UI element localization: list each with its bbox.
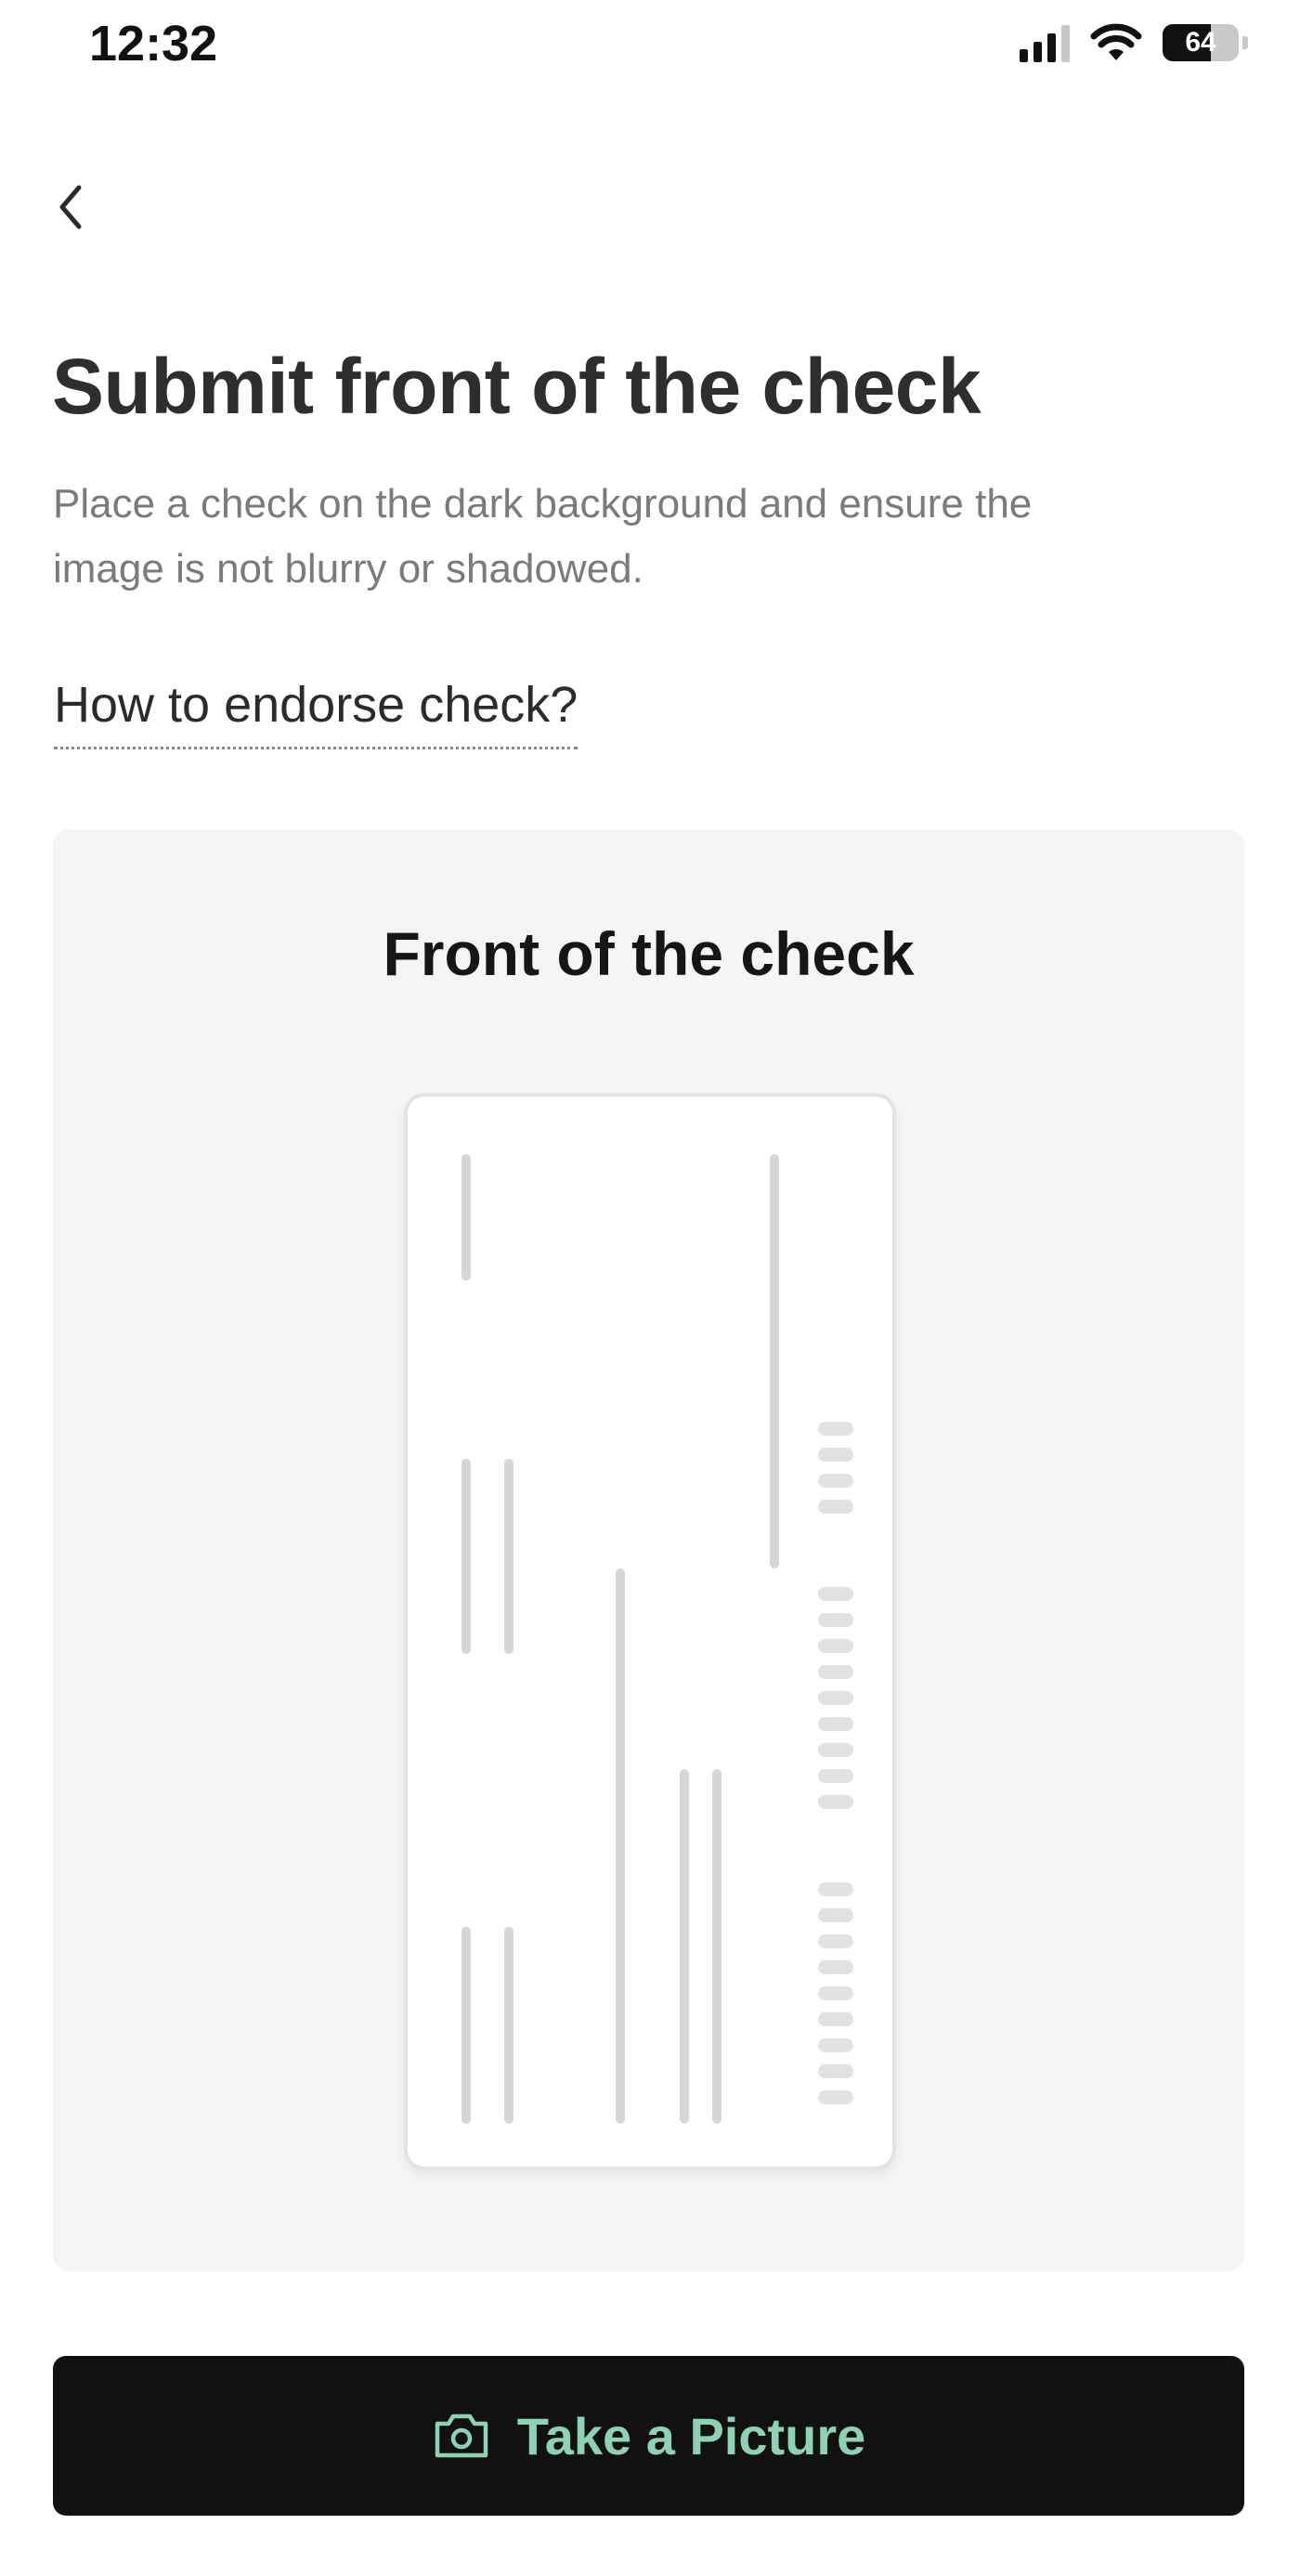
- subtitle-line-2: image is not blurry or shadowed.: [53, 546, 644, 592]
- signal-icon: [1020, 23, 1070, 62]
- wifi-icon: [1090, 23, 1142, 60]
- check-dash: [818, 1769, 853, 1783]
- check-dash: [818, 1422, 853, 1436]
- check-dash: [818, 2064, 853, 2078]
- chevron-left-icon: [59, 185, 82, 229]
- check-dash: [818, 1795, 853, 1809]
- check-dash: [818, 1908, 853, 1922]
- check-dash: [818, 1474, 853, 1488]
- check-dash: [818, 1587, 853, 1601]
- check-dash: [818, 1639, 853, 1653]
- battery-icon: 64: [1163, 24, 1239, 61]
- check-dash: [818, 1960, 853, 1974]
- check-dash: [818, 2090, 853, 2104]
- check-front-illustration: [404, 1093, 896, 2170]
- check-line: [770, 1154, 779, 1568]
- check-line: [616, 1568, 625, 2124]
- status-time: 12:32: [89, 16, 218, 72]
- battery-cap: [1242, 36, 1248, 49]
- check-dash: [818, 1717, 853, 1731]
- page-title: Submit front of the check: [52, 343, 982, 430]
- check-dash: [818, 2038, 853, 2052]
- take-picture-button[interactable]: Take a Picture: [53, 2356, 1244, 2516]
- check-dash: [818, 1500, 853, 1514]
- check-dash: [818, 1691, 853, 1705]
- subtitle-line-1: Place a check on the dark background and…: [53, 481, 1033, 527]
- how-to-endorse-link[interactable]: How to endorse check?: [54, 676, 578, 749]
- card-title: Front of the check: [383, 919, 915, 988]
- check-dash: [818, 1882, 853, 1896]
- check-dash: [818, 1986, 853, 2000]
- check-line: [462, 1459, 471, 1654]
- check-dash: [818, 1448, 853, 1462]
- check-dash: [818, 1613, 853, 1627]
- check-line: [504, 1927, 514, 2124]
- check-dash: [818, 1934, 853, 1948]
- check-line: [680, 1769, 689, 2124]
- page-subtitle: Place a check on the dark background and…: [53, 472, 1251, 602]
- battery-level: 64: [1185, 27, 1216, 58]
- check-preview-card: Front of the check: [53, 829, 1244, 2271]
- check-line: [462, 1154, 471, 1281]
- check-dash: [818, 1743, 853, 1757]
- back-button[interactable]: [43, 175, 98, 240]
- check-line: [462, 1927, 471, 2124]
- check-line: [712, 1769, 722, 2124]
- status-icons: 64: [1020, 20, 1248, 65]
- camera-icon: [435, 2413, 488, 2458]
- check-dash: [818, 1665, 853, 1679]
- check-dash: [818, 2012, 853, 2026]
- take-picture-label: Take a Picture: [516, 2406, 866, 2465]
- check-line: [504, 1459, 514, 1654]
- status-bar: 12:32 64: [0, 0, 1300, 93]
- screen: 12:32 64 Submit front of the check Place…: [0, 0, 1300, 2576]
